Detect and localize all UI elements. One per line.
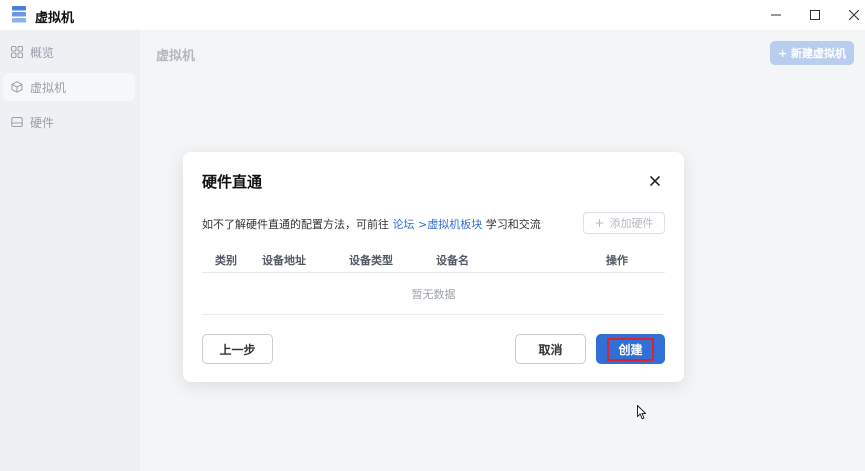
- minimize-icon: [771, 14, 781, 16]
- column-header-actions: 操作: [606, 254, 628, 267]
- hint-prefix: 如不了解硬件直通的配置方法，可前往: [202, 218, 393, 231]
- server-stack-icon: [12, 6, 26, 23]
- dialog-close-button[interactable]: [646, 172, 664, 190]
- close-icon: [650, 176, 660, 186]
- title-bar: 虚拟机: [0, 0, 865, 30]
- add-hardware-label: 添加硬件: [609, 217, 654, 230]
- hint-text: 如不了解硬件直通的配置方法，可前往 论坛 >虚拟机板块 学习和交流: [202, 216, 541, 232]
- maximize-icon: [810, 10, 820, 20]
- create-button[interactable]: 创建: [596, 334, 665, 364]
- new-vm-button[interactable]: + 新建虚拟机: [770, 41, 854, 65]
- hardware-passthrough-dialog: 硬件直通 如不了解硬件直通的配置方法，可前往 论坛 >虚拟机板块 学习和交流 +…: [183, 152, 684, 382]
- sidebar-item-label: 虚拟机: [30, 80, 67, 95]
- column-header-type: 设备类型: [349, 254, 393, 267]
- table-header: 类别 设备地址 设备类型 设备名 操作: [202, 248, 665, 273]
- grid-icon: [11, 46, 23, 58]
- drive-icon: [11, 117, 23, 127]
- column-header-name: 设备名: [436, 254, 469, 267]
- column-header-category: 类别: [215, 254, 237, 267]
- sidebar: 概览 虚拟机 硬件: [0, 30, 140, 471]
- window-title: 虚拟机: [35, 11, 75, 26]
- sidebar-item-overview[interactable]: 概览: [3, 38, 135, 66]
- create-button-label: 创建: [607, 337, 654, 361]
- close-icon: [849, 10, 859, 20]
- empty-state: 暂无数据: [202, 274, 665, 315]
- column-header-address: 设备地址: [262, 254, 306, 267]
- forum-link[interactable]: 论坛 >虚拟机板块: [393, 218, 483, 231]
- maximize-button[interactable]: [795, 0, 835, 30]
- close-window-button[interactable]: [834, 0, 865, 30]
- hint-suffix: 学习和交流: [482, 218, 541, 231]
- sidebar-item-label: 硬件: [30, 115, 55, 130]
- mouse-cursor-icon: [637, 405, 647, 420]
- dialog-title: 硬件直通: [202, 173, 263, 191]
- cube-icon: [11, 81, 23, 93]
- sidebar-item-label: 概览: [30, 45, 55, 60]
- add-hardware-button[interactable]: + 添加硬件: [583, 212, 665, 234]
- page-title: 虚拟机: [156, 49, 196, 64]
- sidebar-item-vm[interactable]: 虚拟机: [3, 73, 135, 101]
- plus-icon: +: [594, 216, 605, 230]
- cancel-button[interactable]: 取消: [515, 334, 586, 364]
- previous-step-button[interactable]: 上一步: [202, 334, 273, 364]
- sidebar-item-hardware[interactable]: 硬件: [3, 108, 135, 136]
- minimize-button[interactable]: [756, 0, 796, 30]
